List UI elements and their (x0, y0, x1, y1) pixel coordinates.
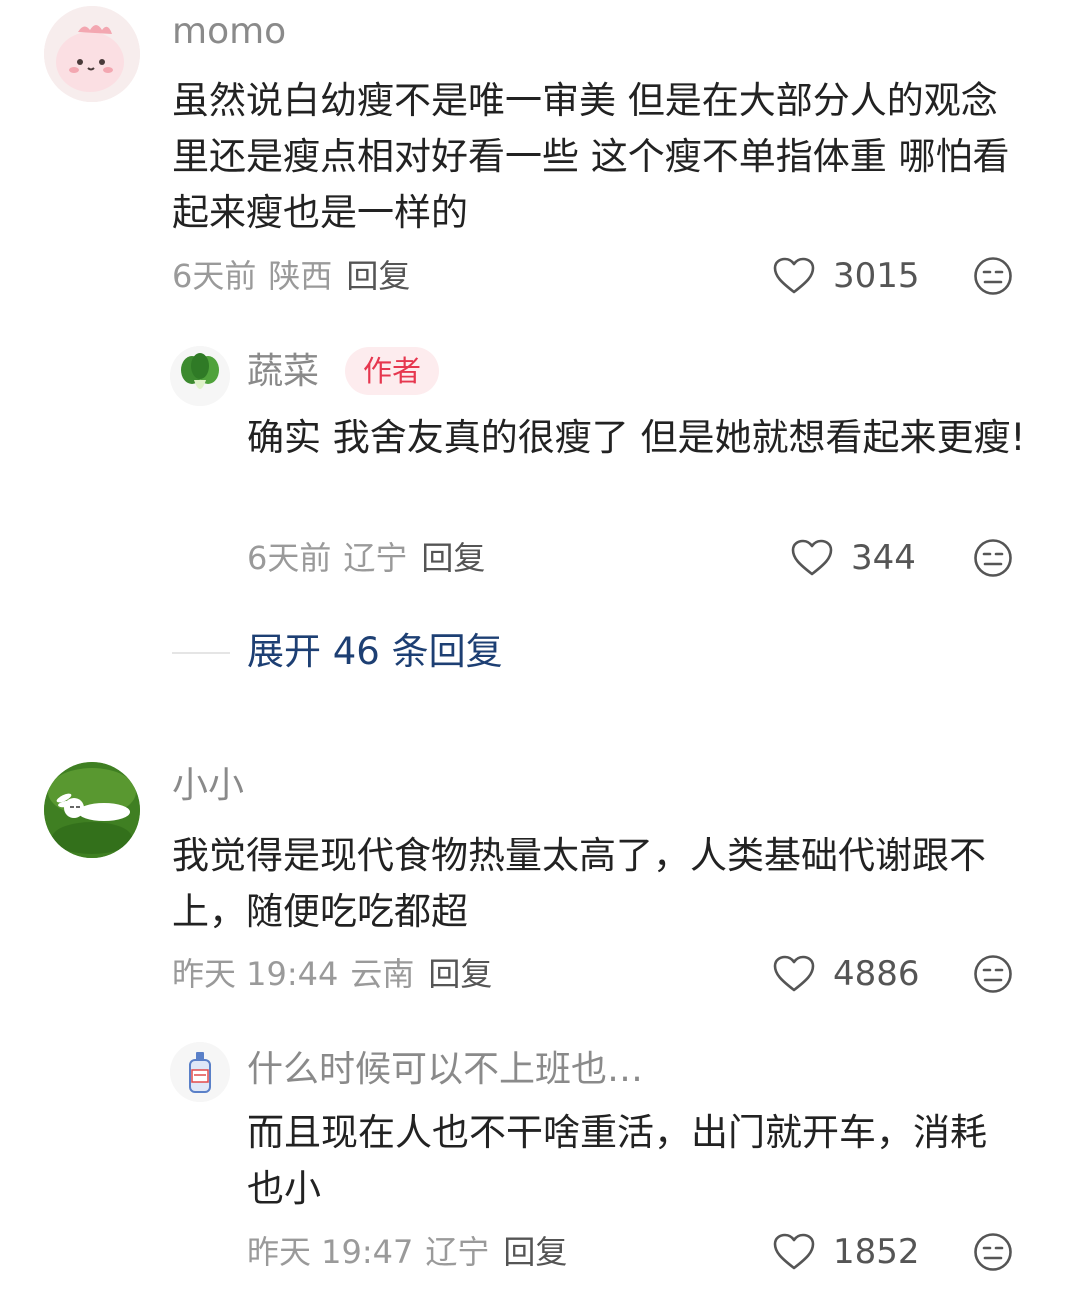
like-button[interactable]: 344 (791, 538, 916, 578)
reply-meta: 6天前 辽宁 回复 (247, 538, 485, 578)
reply-button[interactable]: 回复 (421, 539, 485, 577)
avatar[interactable] (170, 1042, 230, 1102)
reply-button[interactable]: 回复 (428, 955, 492, 993)
like-count: 4886 (833, 954, 920, 994)
comment-location: 云南 (350, 955, 415, 993)
dislike-button[interactable] (973, 538, 1013, 582)
comment-username[interactable]: 小小 (172, 766, 244, 806)
author-badge: 作者 (345, 347, 440, 395)
reply-time: 6天前 (247, 539, 332, 577)
comment-text[interactable]: 我觉得是现代食物热量太高了，人类基础代谢跟不上，随便吃吃都超 (172, 828, 1032, 940)
comment-meta: 6天前 陕西 回复 (172, 256, 410, 296)
expand-replies-button[interactable]: 展开 46 条回复 (247, 630, 503, 674)
bottle-avatar-icon (170, 1042, 230, 1102)
reply-location: 辽宁 (425, 1233, 490, 1271)
like-count: 344 (851, 538, 916, 578)
like-count: 3015 (833, 256, 920, 296)
avatar[interactable] (170, 346, 230, 406)
reply-username[interactable]: 什么时候可以不上班也… (247, 1050, 643, 1090)
comment-text[interactable]: 虽然说白幼瘦不是唯一审美 但是在大部分人的观念里还是瘦点相对好看一些 这个瘦不单… (172, 73, 1032, 241)
meh-face-icon (974, 1233, 1012, 1271)
dislike-button[interactable] (973, 256, 1013, 300)
reply-meta: 昨天 19:47 辽宁 回复 (247, 1232, 567, 1272)
pink-creature-avatar-icon (44, 6, 140, 102)
comment-location: 陕西 (268, 257, 333, 295)
meh-face-icon (974, 539, 1012, 577)
reply-location: 辽宁 (343, 539, 408, 577)
avatar[interactable] (44, 762, 140, 858)
like-button[interactable]: 3015 (773, 256, 920, 296)
meh-face-icon (974, 955, 1012, 993)
heart-icon (773, 1233, 815, 1270)
reply-text[interactable]: 确实 我舍友真的很瘦了 但是她就想看起来更瘦! (247, 410, 1037, 466)
reply-button[interactable]: 回复 (503, 1233, 567, 1271)
rabbit-on-grass-avatar-icon (44, 762, 140, 858)
heart-icon (791, 539, 833, 576)
reply-button[interactable]: 回复 (346, 257, 410, 295)
like-count: 1852 (833, 1232, 920, 1272)
expand-divider (172, 652, 230, 654)
comment-username[interactable]: momo (172, 12, 286, 52)
reply-time: 昨天 19:47 (247, 1233, 414, 1271)
reply-username[interactable]: 蔬菜 (247, 352, 319, 392)
heart-icon (773, 257, 815, 294)
like-button[interactable]: 1852 (773, 1232, 920, 1272)
comment-meta: 昨天 19:44 云南 回复 (172, 954, 492, 994)
heart-icon (773, 955, 815, 992)
dislike-button[interactable] (973, 1232, 1013, 1276)
like-button[interactable]: 4886 (773, 954, 920, 994)
dislike-button[interactable] (973, 954, 1013, 998)
avatar[interactable] (44, 6, 140, 102)
comment-time: 6天前 (172, 257, 257, 295)
reply-text[interactable]: 而且现在人也不干啥重活，出门就开车，消耗也小 (247, 1105, 1017, 1217)
meh-face-icon (974, 257, 1012, 295)
bok-choy-avatar-icon (170, 346, 230, 406)
comment-time: 昨天 19:44 (172, 955, 339, 993)
